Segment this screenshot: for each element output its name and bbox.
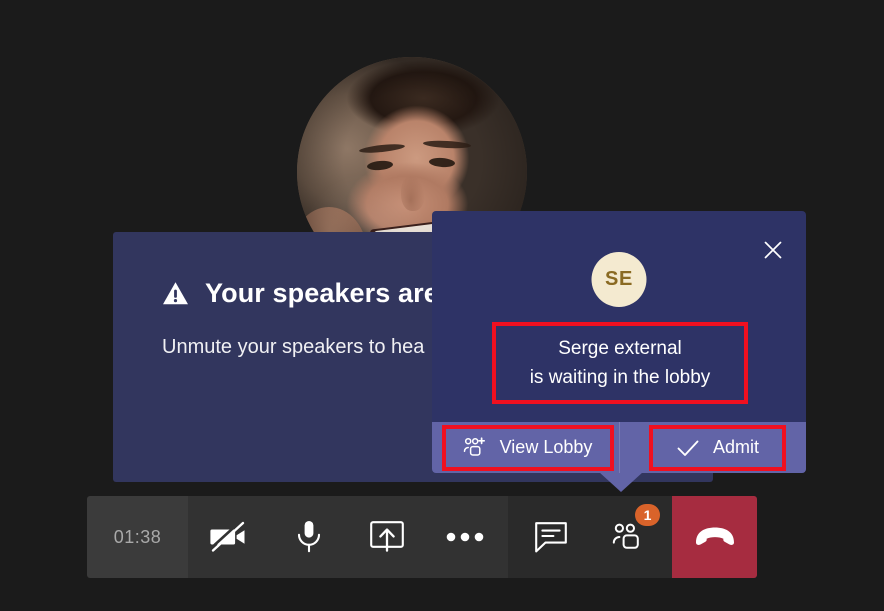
chat-button[interactable]: [512, 496, 590, 578]
meeting-control-bar: 01:38 1: [87, 496, 757, 578]
meeting-timer: 01:38: [87, 496, 188, 578]
participants-badge: 1: [635, 504, 660, 526]
people-add-icon: [463, 436, 485, 456]
speakers-dialog-title: Your speakers are: [205, 278, 439, 308]
people-icon: [612, 523, 639, 549]
more-options-icon: [446, 532, 484, 542]
view-lobby-label: View Lobby: [499, 437, 593, 457]
microphone-icon: [297, 521, 321, 553]
lobby-popup-pointer: [599, 472, 643, 492]
meeting-timer-label: 01:38: [113, 526, 162, 547]
participants-button[interactable]: 1: [590, 496, 668, 578]
more-options-button[interactable]: [426, 496, 504, 578]
admit-cell: Admit: [619, 422, 806, 473]
admit-label: Admit: [712, 437, 759, 457]
hangup-button[interactable]: [672, 496, 757, 578]
hangup-icon: [695, 527, 734, 545]
lobby-message-highlight: Serge external is waiting in the lobby: [492, 322, 748, 404]
view-lobby-button[interactable]: View Lobby: [441, 424, 614, 471]
close-button[interactable]: [756, 233, 790, 267]
collaboration-controls-group: 1: [508, 496, 672, 578]
avatar-initials: SE: [605, 268, 633, 290]
close-icon: [764, 241, 782, 259]
lobby-message-line-1: Serge external: [558, 338, 682, 359]
admit-button[interactable]: Admit: [649, 424, 786, 471]
chat-icon: [535, 522, 567, 553]
lobby-notification-popup: SE Serge external is waiting in the lobb…: [432, 211, 806, 473]
avatar: SE: [591, 252, 647, 307]
share-screen-icon: [370, 521, 404, 552]
share-screen-button[interactable]: [348, 496, 426, 578]
checkmark-icon: [677, 440, 699, 456]
camera-off-icon: [209, 521, 245, 552]
view-lobby-cell: View Lobby: [432, 422, 619, 473]
camera-toggle-button[interactable]: [192, 496, 270, 578]
meeting-stage: Your speakers are Unmute your speakers t…: [0, 0, 884, 611]
warning-triangle-icon: [163, 282, 188, 305]
microphone-toggle-button[interactable]: [270, 496, 348, 578]
lobby-message-line-2: is waiting in the lobby: [529, 367, 711, 388]
lobby-popup-footer: View Lobby Admit: [432, 422, 806, 473]
media-controls-group: [188, 496, 508, 578]
